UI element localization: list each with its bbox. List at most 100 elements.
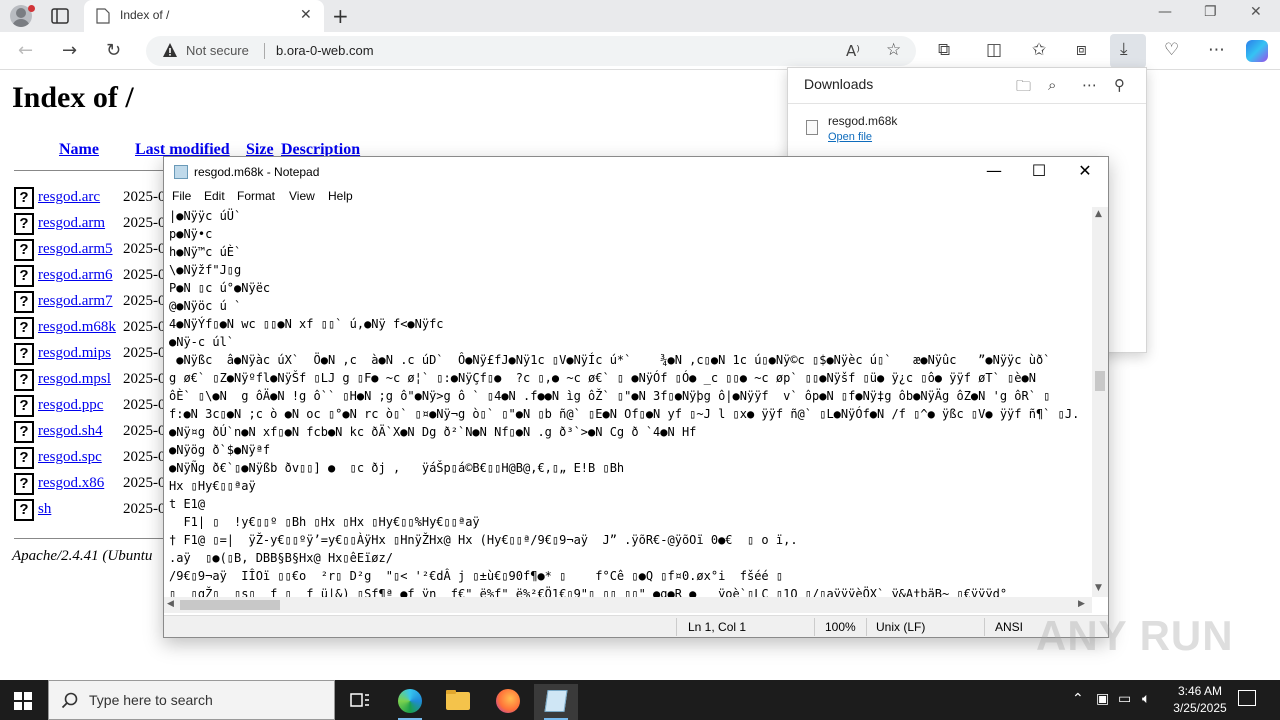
taskbar-search[interactable]: Type here to search [48,680,335,720]
new-tab-icon[interactable]: + [332,4,349,28]
file-link[interactable]: resgod.ppc [38,397,103,414]
notepad-app-icon [174,165,188,179]
notepad-titlebar[interactable]: resgod.m68k - Notepad — ☐ ✕ [164,157,1108,187]
notepad-taskbar-icon[interactable] [534,684,578,720]
horizontal-scrollbar[interactable]: ◀ ▶ [164,597,1092,613]
maximize-icon[interactable]: ☐ [1016,161,1062,180]
edge-browser-icon[interactable] [388,684,432,720]
file-link[interactable]: resgod.arm6 [38,267,113,284]
menu-file[interactable]: File [172,189,191,203]
scroll-down-icon[interactable]: ▼ [1095,583,1102,593]
search-icon[interactable]: ⌕ [1048,76,1056,94]
download-icon: ⤓ [1120,39,1128,59]
minimize-icon[interactable]: — [1158,4,1172,20]
task-view-icon[interactable] [338,684,382,720]
text-line: f:●N 3c▯●N ;c ò ●N oc ▯°●N rc ò▯` ▯¤●Nÿ¬… [169,407,1080,421]
downloads-button[interactable]: ⤓ [1110,34,1146,68]
volume-icon[interactable]: 🔈︎ [1142,691,1150,707]
file-link[interactable]: resgod.x86 [38,475,104,492]
not-secure-label[interactable]: Not secure [186,43,249,58]
notification-icon[interactable] [1238,690,1256,706]
file-link[interactable]: resgod.arm [38,215,105,232]
taskbar: Type here to search ⌃ ▣ ▭ 🔈︎ 3:46 AM 3/2… [0,680,1280,720]
downloads-title: Downloads [804,76,874,92]
favorites-icon[interactable]: ✩ [1032,40,1046,60]
refresh-icon[interactable]: ↻ [106,40,121,61]
menu-view[interactable]: View [289,189,315,203]
split-screen-icon[interactable]: ◫ [986,40,1002,60]
pin-icon[interactable]: ⚲ [1114,76,1125,94]
restore-icon[interactable]: ❐ [1204,4,1217,20]
file-link[interactable]: resgod.arm7 [38,293,113,310]
file-link[interactable]: resgod.arm5 [38,241,113,258]
text-line: ●NÿÑg ð€`▯●Nÿßb ðv▯▯] ● ▯c ðj , ÿáŠp▯á©B… [169,461,625,475]
file-link[interactable]: resgod.m68k [38,319,116,336]
read-aloud-icon[interactable]: A⁾ [846,42,860,60]
scroll-up-icon[interactable]: ▲ [1095,209,1102,219]
text-line: ▯ ▯gŽ▯ ▯s▯ f ▯ f ü|&) ▯Sf¶ª ●f ÿn f€" ë%… [169,587,1008,597]
tab-index[interactable]: Index of / ✕ [84,0,324,32]
firefox-icon[interactable] [486,684,530,720]
text-editor-area[interactable]: |●Nÿÿc úÜ` p●Nÿ•c h●Nÿ™c úÈ` \●Nÿžf"J▯g … [164,207,1092,597]
file-link[interactable]: sh [38,501,51,518]
forward-icon[interactable]: → [62,40,77,61]
file-link[interactable]: resgod.sh4 [38,423,103,440]
file-link[interactable]: resgod.arc [38,189,100,206]
tab-close-icon[interactable]: ✕ [300,7,312,23]
menu-help[interactable]: Help [328,189,353,203]
file-row: ? resgod.sh4 2025-0 [14,421,174,443]
open-file-link[interactable]: Open file [828,131,872,143]
file-date: 2025-0 [123,475,166,491]
file-row: ? resgod.arm6 2025-0 [14,265,174,287]
file-date: 2025-0 [123,189,166,205]
address-bar[interactable]: Not secure b.ora-0-web.com A⁾ ☆ [146,36,916,66]
file-link[interactable]: resgod.mpsl [38,371,111,388]
vertical-scroll-thumb[interactable] [1095,371,1105,391]
close-icon[interactable]: ✕ [1062,161,1108,180]
more-options-icon[interactable]: ⋯ [1082,76,1097,94]
file-explorer-icon[interactable] [436,684,480,720]
meet-now-icon[interactable]: ▣ [1096,691,1109,707]
more-options-icon[interactable]: ⋯ [1208,40,1225,60]
open-folder-icon[interactable]: 🗀 [1016,76,1031,101]
cursor-position: Ln 1, Col 1 [688,620,747,634]
watermark-logo: ANY RUN [1036,612,1234,659]
horizontal-scroll-thumb[interactable] [180,600,280,610]
status-separator [984,618,985,636]
download-filename[interactable]: resgod.m68k [828,114,897,128]
server-signature: Apache/2.4.41 (Ubuntu [12,548,153,564]
clock-time[interactable]: 3:46 AM [1160,684,1240,698]
scroll-left-icon[interactable]: ◀ [167,599,174,609]
column-name[interactable]: Name [59,141,99,159]
tab-actions-icon[interactable] [50,6,70,26]
file-date: 2025-0 [123,215,166,231]
text-line: .aÿ ▯●(▯B, DBB§B§Hx@ Hx▯êEïøz/ [169,551,393,565]
windows-start-icon[interactable] [14,692,32,710]
collections-icon[interactable]: ⧈ [1076,40,1087,60]
close-window-icon[interactable]: ✕ [1250,4,1262,20]
browser-tab-bar: Index of / ✕ + — ❐ ✕ [0,0,1280,32]
show-hidden-icons-icon[interactable]: ⌃ [1072,691,1084,707]
notepad-window: resgod.m68k - Notepad — ☐ ✕ File Edit Fo… [163,156,1109,638]
back-icon[interactable]: ← [18,40,33,61]
browser-essentials-icon[interactable]: ♡ [1164,40,1179,60]
file-link[interactable]: resgod.spc [38,449,102,466]
menu-format[interactable]: Format [237,189,275,203]
search-icon [61,692,78,709]
scroll-right-icon[interactable]: ▶ [1078,599,1085,609]
text-line: \●Nÿžf"J▯g [169,263,242,277]
line-ending: Unix (LF) [876,620,926,634]
url-text[interactable]: b.ora-0-web.com [276,43,374,58]
warning-icon[interactable] [162,42,178,58]
favorite-star-icon[interactable]: ☆ [886,40,901,60]
file-link[interactable]: resgod.mips [38,345,111,362]
network-icon[interactable]: ▭ [1118,691,1131,707]
page-title: Index of / [12,81,134,114]
clock-date[interactable]: 3/25/2025 [1160,701,1240,715]
vertical-scrollbar[interactable]: ▲ ▼ [1092,207,1108,597]
file-row: ? resgod.m68k 2025-0 [14,317,174,339]
extensions-icon[interactable]: ⧉ [938,40,950,60]
minimize-icon[interactable]: — [971,161,1017,180]
menu-edit[interactable]: Edit [204,189,225,203]
copilot-icon[interactable] [1246,40,1268,62]
